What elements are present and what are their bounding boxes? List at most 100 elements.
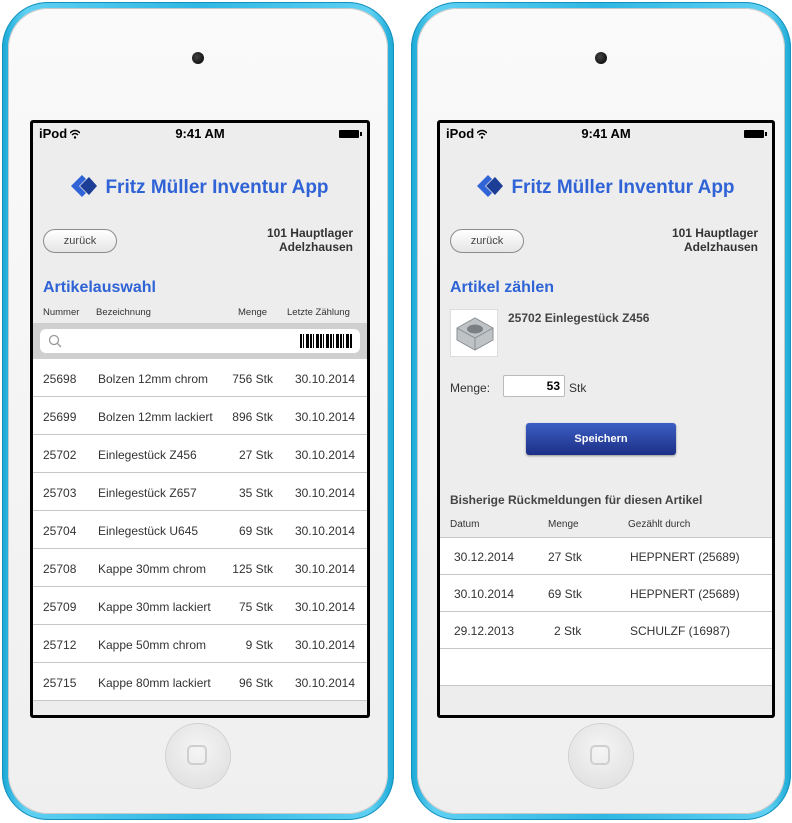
status-bar: iPod 9:41 AM (440, 123, 772, 143)
history-row-empty (440, 649, 772, 686)
history-date: 29.12.2013 (454, 624, 515, 638)
home-square-icon (590, 745, 610, 765)
back-button[interactable]: zurück (43, 229, 117, 253)
history-date: 30.10.2014 (454, 587, 515, 601)
row-name: Kappe 30mm lackiert (98, 600, 211, 614)
search-input[interactable] (68, 332, 290, 352)
row-date: 30.10.2014 (294, 638, 355, 652)
row-qty: 27 Stk (238, 448, 273, 462)
row-number: 25712 (43, 638, 77, 652)
home-button[interactable] (569, 724, 633, 788)
save-button[interactable]: Speichern (526, 423, 676, 455)
history-title: Bisherige Rückmeldungen für diesen Artik… (450, 493, 703, 507)
row-number: 25698 (43, 372, 77, 386)
col-qty: Menge (238, 307, 268, 318)
article-title: 25702 Einlegestück Z456 (508, 311, 650, 325)
history-row[interactable]: 30.10.2014 69 Stk HEPPNERT (25689) (440, 575, 772, 612)
row-date: 30.10.2014 (294, 486, 355, 500)
col-qty: Menge (548, 519, 579, 530)
row-qty: 35 Stk (238, 486, 273, 500)
qty-label: Menge: (450, 381, 491, 395)
col-number: Nummer (43, 307, 80, 318)
search-icon (48, 334, 62, 348)
history-qty: 2 Stk (554, 624, 582, 638)
row-date: 30.10.2014 (294, 410, 355, 424)
history-qty: 69 Stk (548, 587, 583, 601)
row-qty: 756 Stk (232, 372, 273, 386)
status-time: 9:41 AM (581, 126, 631, 141)
row-name: Einlegestück Z657 (98, 486, 197, 500)
location-line2: Adelzhausen (278, 240, 353, 254)
battery-icon (744, 130, 767, 138)
history-user: HEPPNERT (25689) (630, 587, 740, 601)
location-label: 101 Hauptlager Adelzhausen (672, 226, 758, 254)
history-qty: 27 Stk (548, 550, 583, 564)
app-header: Fritz Müller Inventur App (440, 175, 772, 199)
article-list: 25698 Bolzen 12mm chrom 756 Stk 30.10.2014 … (33, 359, 367, 701)
history-row[interactable]: 30.12.2014 27 Stk HEPPNERT (25689) (440, 538, 772, 575)
app-header: Fritz Müller Inventur App (33, 175, 367, 199)
row-number: 25702 (43, 448, 77, 462)
location-line2: Adelzhausen (683, 240, 758, 254)
col-counted-by: Gezählt durch (628, 519, 691, 530)
row-name: Kappe 50mm chrom (98, 638, 207, 652)
table-row[interactable]: 25704 Einlegestück U645 69 Stk 30.10.2014 (33, 511, 367, 549)
row-qty: 896 Stk (232, 410, 273, 424)
col-date: Datum (450, 519, 480, 530)
table-row[interactable]: 25712 Kappe 50mm chrom 9 Stk 30.10.2014 (33, 625, 367, 663)
row-qty: 125 Stk (232, 562, 273, 576)
status-bar: iPod 9:41 AM (33, 123, 367, 143)
home-button[interactable] (166, 724, 230, 788)
row-date: 30.10.2014 (294, 448, 355, 462)
row-date: 30.10.2014 (294, 600, 355, 614)
row-name: Einlegestück U645 (98, 524, 199, 538)
device-left: iPod 9:41 AM Fritz Müller Inventur App z… (2, 2, 394, 820)
camera-icon (595, 52, 607, 64)
article-image (450, 309, 498, 357)
row-number: 25699 (43, 410, 77, 424)
location-line1: 101 Hauptlager (266, 226, 353, 240)
section-title: Artikelauswahl (43, 279, 156, 296)
device-right: iPod 9:41 AM Fritz Müller Inventur App z… (411, 2, 791, 820)
battery-icon (339, 130, 362, 138)
table-row[interactable]: 25708 Kappe 30mm chrom 125 Stk 30.10.2014 (33, 549, 367, 587)
column-headers: Nummer Bezeichnung Menge Letzte Zählung (33, 305, 367, 319)
camera-icon (192, 52, 204, 64)
col-last-count: Letzte Zählung (287, 307, 350, 318)
history-row[interactable]: 29.12.2013 2 Stk SCHULZF (16987) (440, 612, 772, 649)
row-number: 25715 (43, 676, 77, 690)
table-row[interactable]: 25715 Kappe 80mm lackiert 96 Stk 30.10.2014 (33, 663, 367, 701)
row-number: 25703 (43, 486, 77, 500)
row-name: Einlegestück Z456 (98, 448, 197, 462)
screen: iPod 9:41 AM Fritz Müller Inventur App z… (30, 120, 370, 718)
app-logo-icon (71, 175, 98, 197)
barcode-icon[interactable] (300, 334, 352, 348)
row-qty: 69 Stk (238, 524, 273, 538)
row-number: 25704 (43, 524, 77, 538)
row-date: 30.10.2014 (294, 562, 355, 576)
row-name: Bolzen 12mm lackiert (98, 410, 213, 424)
search-bar (33, 323, 367, 359)
table-row[interactable]: 25709 Kappe 30mm lackiert 75 Stk 30.10.2014 (33, 587, 367, 625)
table-row[interactable]: 25702 Einlegestück Z456 27 Stk 30.10.2014 (33, 435, 367, 473)
row-name: Kappe 80mm lackiert (98, 676, 211, 690)
history-user: SCHULZF (16987) (630, 624, 731, 638)
row-name: Kappe 30mm chrom (98, 562, 207, 576)
app-logo-icon (477, 175, 504, 197)
table-row[interactable]: 25699 Bolzen 12mm lackiert 896 Stk 30.10.20… (33, 397, 367, 435)
row-qty: 9 Stk (245, 638, 273, 652)
location-line1: 101 Hauptlager (671, 226, 758, 240)
back-button[interactable]: zurück (450, 229, 524, 253)
table-row[interactable]: 25698 Bolzen 12mm chrom 756 Stk 30.10.2014 (33, 359, 367, 397)
app-title: Fritz Müller Inventur App (105, 177, 329, 198)
history-date: 30.12.2014 (454, 550, 515, 564)
history-user: HEPPNERT (25689) (630, 550, 740, 564)
table-row[interactable]: 25703 Einlegestück Z657 35 Stk 30.10.2014 (33, 473, 367, 511)
qty-unit: Stk (569, 381, 587, 395)
row-qty: 96 Stk (238, 676, 273, 690)
screen: iPod 9:41 AM Fritz Müller Inventur App z… (437, 120, 775, 718)
quantity-input[interactable] (503, 375, 565, 397)
row-name: Bolzen 12mm chrom (98, 372, 209, 386)
app-title: Fritz Müller Inventur App (511, 177, 735, 198)
home-square-icon (187, 745, 207, 765)
